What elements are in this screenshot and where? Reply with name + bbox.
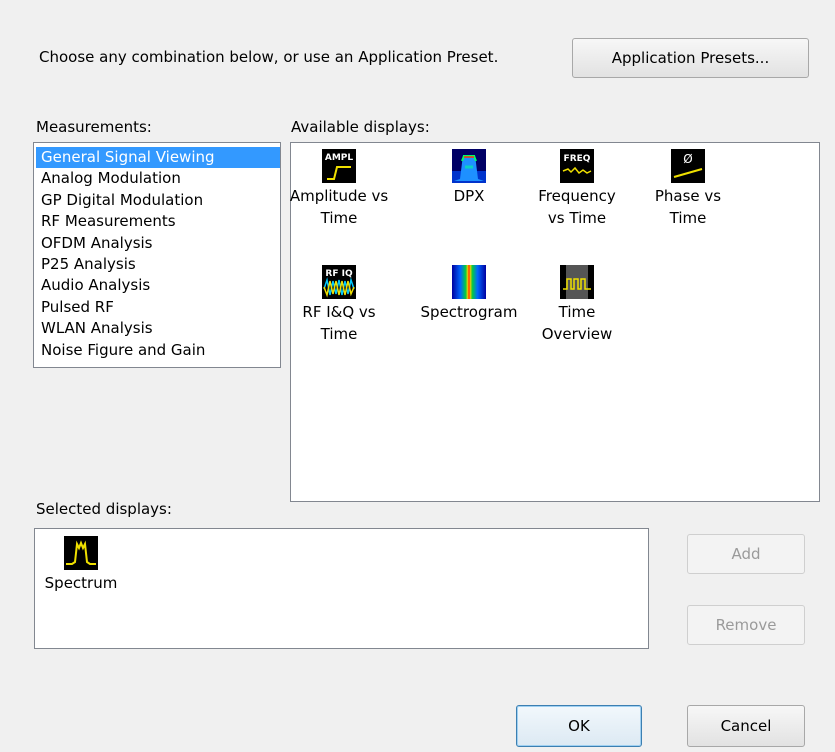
amplitude-icon: AMPL bbox=[322, 149, 356, 183]
measurement-item[interactable]: Analog Modulation bbox=[36, 168, 280, 189]
remove-button[interactable]: Remove bbox=[687, 605, 805, 645]
frequency-icon: FREQ bbox=[560, 149, 594, 183]
display-label: DPX bbox=[453, 187, 485, 205]
add-button[interactable]: Add bbox=[687, 534, 805, 574]
display-tile-phase[interactable]: Ø Phase vs Time bbox=[638, 149, 738, 229]
measurements-list[interactable]: General Signal Viewing Analog Modulation… bbox=[33, 142, 281, 368]
display-tile-time-overview[interactable]: Time Overview bbox=[527, 265, 627, 345]
svg-text:FREQ: FREQ bbox=[564, 154, 591, 164]
display-tile-spectrogram[interactable]: Spectrogram bbox=[419, 265, 519, 323]
display-tile-rf-iq[interactable]: RF IQ RF I&Q vs Time bbox=[289, 265, 389, 345]
measurement-item[interactable]: P25 Analysis bbox=[36, 254, 280, 275]
measurement-item[interactable]: Pulsed RF bbox=[36, 297, 280, 318]
svg-text:RF IQ: RF IQ bbox=[325, 269, 353, 279]
measurement-item[interactable]: Audio Analysis bbox=[36, 275, 280, 296]
display-label: Time Overview bbox=[541, 303, 613, 343]
dpx-icon bbox=[452, 149, 486, 183]
display-tile-spectrum[interactable]: Spectrum bbox=[31, 536, 131, 594]
display-label: Frequency vs Time bbox=[538, 187, 616, 227]
display-label: Phase vs Time bbox=[654, 187, 722, 227]
ok-button[interactable]: OK bbox=[516, 705, 642, 747]
application-presets-button[interactable]: Application Presets... bbox=[572, 38, 809, 78]
time-overview-icon bbox=[560, 265, 594, 299]
measurement-item[interactable]: Noise Figure and Gain bbox=[36, 340, 280, 361]
spectrum-icon bbox=[64, 536, 98, 570]
instruction-text: Choose any combination below, or use an … bbox=[39, 48, 499, 66]
measurements-label: Measurements: bbox=[36, 118, 152, 136]
display-label: Spectrogram bbox=[420, 303, 518, 321]
display-label: Spectrum bbox=[44, 574, 118, 592]
measurement-item[interactable]: General Signal Viewing bbox=[36, 147, 280, 169]
available-displays-label: Available displays: bbox=[291, 118, 430, 136]
display-tile-dpx[interactable]: DPX bbox=[419, 149, 519, 207]
selected-displays-panel: Spectrum bbox=[34, 528, 649, 649]
display-tile-amplitude[interactable]: AMPL Amplitude vs Time bbox=[289, 149, 389, 229]
display-tile-frequency[interactable]: FREQ Frequency vs Time bbox=[527, 149, 627, 229]
selected-displays-label: Selected displays: bbox=[36, 500, 172, 518]
measurement-item[interactable]: OFDM Analysis bbox=[36, 233, 280, 254]
cancel-button[interactable]: Cancel bbox=[687, 705, 805, 747]
svg-text:Ø: Ø bbox=[683, 152, 692, 166]
available-displays-panel: AMPL Amplitude vs Time DPX FREQ Frequenc… bbox=[290, 142, 820, 502]
measurement-item[interactable]: WLAN Analysis bbox=[36, 318, 280, 339]
display-label: RF I&Q vs Time bbox=[302, 303, 376, 343]
svg-text:AMPL: AMPL bbox=[325, 153, 354, 163]
spectrogram-icon bbox=[452, 265, 486, 299]
phase-icon: Ø bbox=[671, 149, 705, 183]
display-label: Amplitude vs Time bbox=[289, 187, 389, 227]
measurement-item[interactable]: RF Measurements bbox=[36, 211, 280, 232]
rf-iq-icon: RF IQ bbox=[322, 265, 356, 299]
measurement-item[interactable]: GP Digital Modulation bbox=[36, 190, 280, 211]
